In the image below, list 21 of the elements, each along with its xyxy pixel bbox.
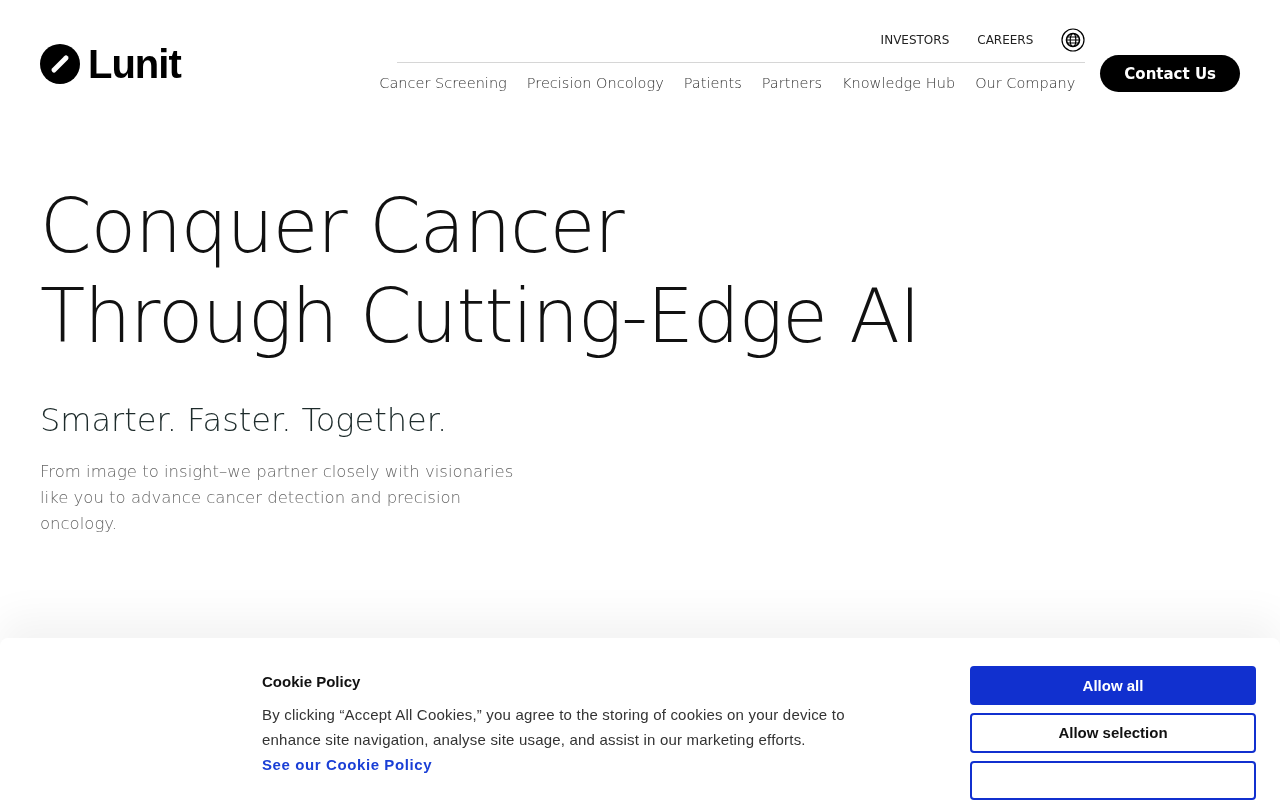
outlined-button[interactable]	[970, 760, 1256, 800]
hero-description: From image to insight–we partner closely with visionaries like you to advance cancer detection and precision oncology.	[40, 461, 515, 535]
cookie-button[interactable]: Allow selection	[970, 713, 1256, 753]
utility-link[interactable]: CAREERS	[977, 33, 1034, 47]
hero-heading: Conquer Cancer Through Cutting-Edge AI	[40, 182, 921, 361]
logo-wordmark[interactable]: Lunit	[88, 44, 181, 84]
cookie-title: Cookie Policy	[262, 673, 362, 690]
cookie-button[interactable]: Allow all	[970, 666, 1256, 706]
nav-link[interactable]: Precision Oncology	[526, 75, 664, 91]
cookie-policy-link[interactable]: See our Cookie Policy	[262, 756, 433, 773]
nav-link[interactable]: Our Company	[975, 75, 1076, 91]
globe-icon[interactable]	[1061, 28, 1086, 52]
nav-link[interactable]: Partners	[761, 75, 823, 91]
nav-link[interactable]: Cancer Screening	[379, 75, 507, 91]
nav-link[interactable]: Knowledge Hub	[842, 75, 956, 91]
hero-tagline: Smarter. Faster. Together.	[40, 401, 449, 439]
cookie-text: By clicking “Accept All Cookies,” you agree to the storing of cookies on your device to enhance site navigation, analyse site usage, and assist in our marketing efforts. See our Cookie Policy	[262, 705, 846, 775]
nav-link[interactable]: Patients	[683, 75, 742, 91]
contact-button[interactable]: Contact Us	[1100, 55, 1240, 92]
logo-icon	[40, 44, 80, 84]
utility-link[interactable]: INVESTORS	[880, 33, 950, 47]
